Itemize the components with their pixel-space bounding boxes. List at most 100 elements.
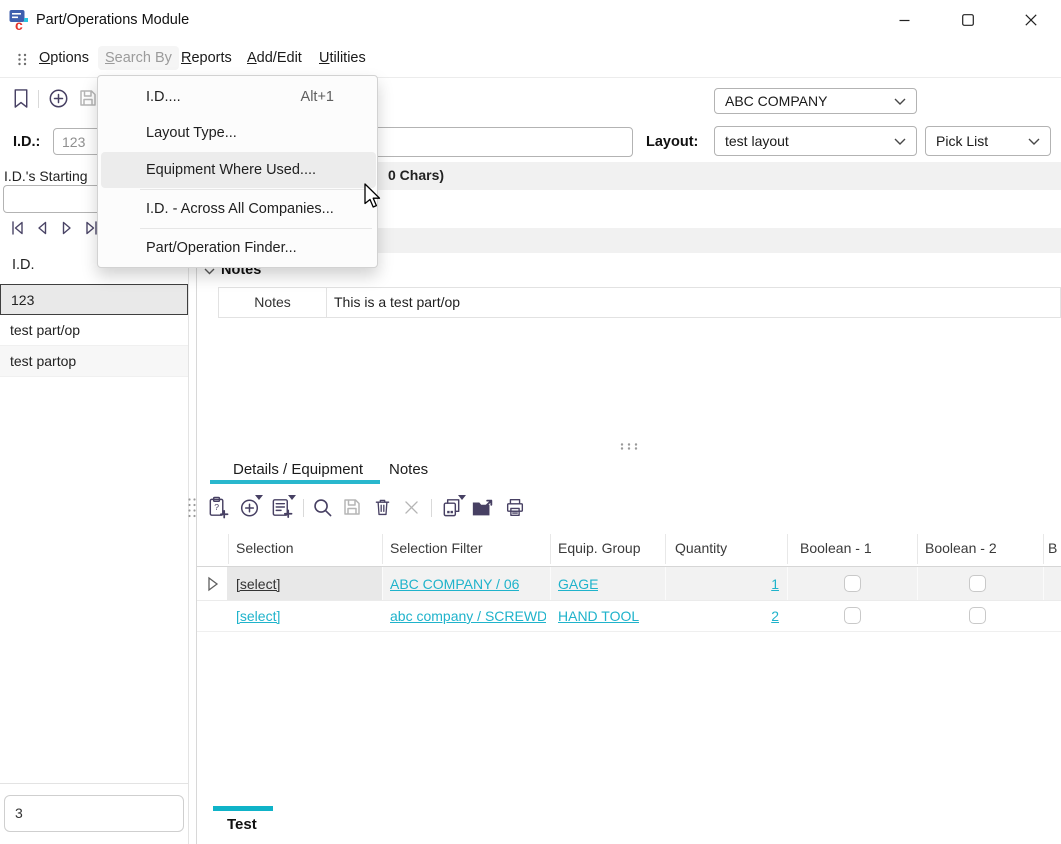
menu-item-id-across-all-companies[interactable]: I.D. - Across All Companies... bbox=[101, 191, 376, 227]
delete-icon[interactable] bbox=[372, 496, 393, 518]
notes-field-value[interactable]: This is a test part/op bbox=[334, 288, 460, 317]
menu-search-by[interactable]: Search By bbox=[98, 46, 179, 70]
close-icon bbox=[1025, 14, 1037, 26]
menu-separator bbox=[140, 189, 372, 190]
layout-select-value: test layout bbox=[725, 133, 789, 149]
svg-text:c: c bbox=[15, 17, 23, 32]
menu-item-id[interactable]: I.D.... Alt+1 bbox=[101, 79, 376, 115]
column-header-boolean-3-partial[interactable]: B bbox=[1048, 530, 1057, 567]
toolbar-drag-grip[interactable] bbox=[187, 497, 197, 519]
selection-filter-link[interactable]: ABC COMPANY / 06 bbox=[390, 576, 519, 592]
equip-group-link[interactable]: HAND TOOL bbox=[558, 608, 639, 624]
chevron-down-icon bbox=[894, 98, 906, 105]
column-divider[interactable] bbox=[665, 534, 666, 564]
row-selector-cell[interactable] bbox=[197, 567, 228, 600]
equip-group-link[interactable]: GAGE bbox=[558, 576, 598, 592]
column-header-boolean-2[interactable]: Boolean - 2 bbox=[925, 530, 997, 567]
tab-notes[interactable]: Notes bbox=[389, 461, 428, 478]
column-header-boolean-1[interactable]: Boolean - 1 bbox=[800, 530, 872, 567]
selection-filter-link[interactable]: abc company / SCREWD bbox=[390, 608, 546, 624]
column-divider[interactable] bbox=[917, 534, 918, 564]
select-link[interactable]: [select] bbox=[236, 608, 280, 624]
add-circle-icon[interactable] bbox=[48, 88, 69, 109]
boolean-1-checkbox[interactable] bbox=[844, 575, 861, 592]
menu-item-layout-type[interactable]: Layout Type... bbox=[101, 115, 376, 151]
select-link[interactable]: [select] bbox=[236, 576, 280, 592]
list-item[interactable]: test partop bbox=[0, 346, 188, 377]
menu-utilities[interactable]: Utilities bbox=[312, 46, 373, 70]
cell-divider bbox=[1043, 567, 1044, 600]
maximize-icon bbox=[962, 14, 974, 26]
maximize-button[interactable] bbox=[945, 0, 991, 40]
menu-options[interactable]: Options bbox=[32, 46, 96, 70]
quantity-link[interactable]: 1 bbox=[665, 576, 779, 592]
add-circle-icon[interactable] bbox=[239, 497, 260, 518]
boolean-1-checkbox[interactable] bbox=[844, 607, 861, 624]
chars-count-text: 0 Chars) bbox=[388, 167, 444, 183]
column-divider[interactable] bbox=[550, 534, 551, 564]
app-icon: c bbox=[9, 9, 31, 32]
mouse-cursor bbox=[364, 183, 381, 209]
cell-divider bbox=[550, 567, 551, 600]
column-divider[interactable] bbox=[228, 534, 229, 564]
column-header-selection-filter[interactable]: Selection Filter bbox=[390, 530, 483, 567]
menu-reports[interactable]: Reports bbox=[174, 46, 239, 70]
dropdown-caret-icon bbox=[255, 495, 263, 500]
cell-divider bbox=[787, 567, 788, 600]
window-title: Part/Operations Module bbox=[36, 0, 189, 40]
dropdown-caret-icon bbox=[458, 495, 466, 500]
boolean-2-checkbox[interactable] bbox=[969, 575, 986, 592]
column-header-selection[interactable]: Selection bbox=[236, 530, 294, 567]
chevron-down-icon bbox=[894, 138, 906, 145]
tab-details-equipment[interactable]: Details / Equipment bbox=[233, 461, 363, 478]
menu-item-equipment-where-used[interactable]: Equipment Where Used.... bbox=[101, 152, 376, 188]
chevron-down-icon[interactable] bbox=[204, 268, 215, 275]
bottom-tab-indicator bbox=[213, 806, 273, 811]
column-divider[interactable] bbox=[1043, 534, 1044, 564]
quantity-link[interactable]: 2 bbox=[665, 608, 779, 624]
column-divider[interactable] bbox=[787, 534, 788, 564]
notes-field-label: Notes bbox=[219, 288, 327, 317]
cell-divider bbox=[382, 567, 383, 600]
bookmark-icon[interactable] bbox=[11, 88, 31, 109]
boolean-2-checkbox[interactable] bbox=[969, 607, 986, 624]
record-count-box: 3 bbox=[4, 795, 184, 832]
export-folder-icon[interactable] bbox=[471, 497, 495, 519]
save-icon[interactable] bbox=[342, 497, 362, 517]
cancel-icon[interactable] bbox=[402, 498, 421, 517]
column-divider[interactable] bbox=[382, 534, 383, 564]
toolbar-separator bbox=[303, 499, 304, 517]
company-select-value: ABC COMPANY bbox=[725, 93, 827, 109]
splitter-handle[interactable] bbox=[619, 442, 639, 451]
search-by-menu: I.D.... Alt+1 Layout Type... Equipment W… bbox=[97, 75, 378, 268]
clipboard-add-icon[interactable]: ? bbox=[206, 496, 229, 519]
column-header-quantity[interactable]: Quantity bbox=[675, 530, 727, 567]
close-button[interactable] bbox=[1008, 0, 1054, 40]
menubar-drag-grip[interactable] bbox=[17, 53, 28, 66]
save-icon[interactable] bbox=[78, 88, 98, 108]
print-icon[interactable] bbox=[504, 496, 526, 519]
id-label: I.D.: bbox=[13, 134, 40, 150]
list-item-selected[interactable]: 123 bbox=[0, 284, 188, 315]
menu-item-part-operation-finder[interactable]: Part/Operation Finder... bbox=[101, 230, 376, 266]
menu-item-label: Layout Type... bbox=[146, 125, 237, 141]
next-record-icon[interactable] bbox=[58, 219, 76, 237]
previous-record-icon[interactable] bbox=[33, 219, 51, 237]
toolbar-separator bbox=[431, 499, 432, 517]
menu-add-edit[interactable]: Add/Edit bbox=[240, 46, 309, 70]
layout-select[interactable]: test layout bbox=[714, 126, 917, 156]
row-selector-icon bbox=[207, 576, 219, 592]
company-select[interactable]: ABC COMPANY bbox=[714, 88, 917, 114]
menu-separator bbox=[140, 228, 372, 229]
minimize-button[interactable] bbox=[881, 0, 927, 40]
picklist-select-value: Pick List bbox=[936, 133, 988, 149]
menu-item-label: I.D. - Across All Companies... bbox=[146, 201, 334, 217]
menu-item-shortcut: Alt+1 bbox=[301, 79, 334, 115]
picklist-select[interactable]: Pick List bbox=[925, 126, 1051, 156]
bottom-tab-test[interactable]: Test bbox=[227, 816, 257, 833]
search-icon[interactable] bbox=[312, 497, 333, 518]
first-record-icon[interactable] bbox=[8, 219, 26, 237]
list-item[interactable]: test part/op bbox=[0, 315, 188, 346]
toolbar-separator bbox=[38, 90, 39, 108]
column-header-equip-group[interactable]: Equip. Group bbox=[558, 530, 641, 567]
